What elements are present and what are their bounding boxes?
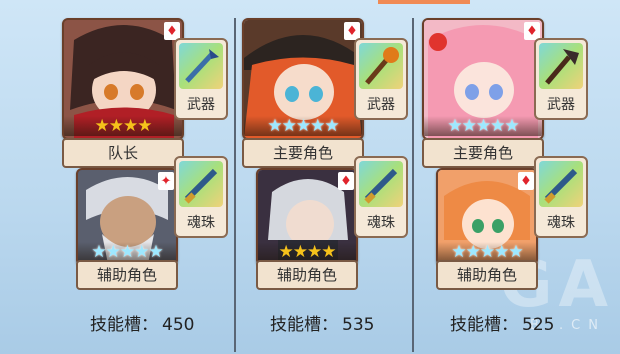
leader-stars: ★★★★★ — [244, 116, 362, 136]
support-role-label: 辅助角色 — [436, 260, 538, 290]
orb-slot[interactable]: 魂珠 — [174, 156, 228, 238]
weapon-icon — [359, 43, 403, 89]
weapon-slot[interactable]: 武器 — [174, 38, 228, 120]
orb-label: 魂珠 — [547, 215, 575, 231]
team-setup-screen: { "watermark": {"big": "GA", "small": "B… — [0, 0, 620, 354]
leader-portrait[interactable]: ♦ ★★★★★ — [422, 18, 544, 140]
orb-slot[interactable]: 魂珠 — [534, 156, 588, 238]
orb-icon — [179, 161, 223, 207]
skill-slot-value: 450 — [162, 315, 195, 335]
support-stars: ★★★★★ — [78, 242, 176, 262]
leader-portrait[interactable]: ♦ ★★★★★ — [242, 18, 364, 140]
support-portrait[interactable]: ✦ ★★★★★ — [76, 168, 178, 266]
weapon-label: 武器 — [547, 97, 575, 113]
weapon-label: 武器 — [187, 97, 215, 113]
leader-role-label: 队长 — [62, 138, 184, 168]
leader-role-label: 主要角色 — [242, 138, 364, 168]
skill-slot-summary: 技能槽： 525 — [450, 310, 554, 335]
orb-slot[interactable]: 魂珠 — [354, 156, 408, 238]
rarity-badge: ♦ — [518, 172, 534, 190]
skill-slot-label: 技能槽： — [270, 315, 338, 335]
support-stars: ★★★★ — [258, 242, 356, 262]
skill-slot-label: 技能槽： — [90, 315, 158, 335]
skill-slot-value: 535 — [342, 315, 375, 335]
leader-stars: ★★★★★ — [424, 116, 542, 136]
weapon-icon — [179, 43, 223, 89]
weapon-slot[interactable]: 武器 — [534, 38, 588, 120]
weapon-label: 武器 — [367, 97, 395, 113]
orb-icon — [539, 161, 583, 207]
rarity-badge: ✦ — [158, 172, 174, 190]
orb-icon — [359, 161, 403, 207]
orb-label: 魂珠 — [367, 215, 395, 231]
leader-stars: ★★★★ — [64, 116, 182, 136]
skill-slot-value: 525 — [522, 315, 555, 335]
orb-label: 魂珠 — [187, 215, 215, 231]
support-role-label: 辅助角色 — [256, 260, 358, 290]
leader-portrait[interactable]: ♦ ★★★★ — [62, 18, 184, 140]
support-stars: ★★★★★ — [438, 242, 536, 262]
support-role-label: 辅助角色 — [76, 260, 178, 290]
weapon-slot[interactable]: 武器 — [354, 38, 408, 120]
leader-role-label: 主要角色 — [422, 138, 544, 168]
team-panel-2: ♦ ★★★★★ 主要角色 武器 ♦ ★★★★ 辅助角色 魂珠 技能槽： 535 — [242, 0, 424, 354]
team-panel-1: ♦ ★★★★ 队长 武器 ✦ ★★★★★ 辅助角色 魂珠 技能槽： 450 — [62, 0, 244, 354]
support-portrait[interactable]: ♦ ★★★★★ — [436, 168, 538, 266]
team-panel-3: ♦ ★★★★★ 主要角色 武器 ♦ ★★★★★ 辅助角色 魂珠 技能槽： 525 — [422, 0, 604, 354]
skill-slot-summary: 技能槽： 450 — [90, 310, 194, 335]
weapon-icon — [539, 43, 583, 89]
rarity-badge: ♦ — [338, 172, 354, 190]
skill-slot-label: 技能槽： — [450, 315, 518, 335]
skill-slot-summary: 技能槽： 535 — [270, 310, 374, 335]
support-portrait[interactable]: ♦ ★★★★ — [256, 168, 358, 266]
